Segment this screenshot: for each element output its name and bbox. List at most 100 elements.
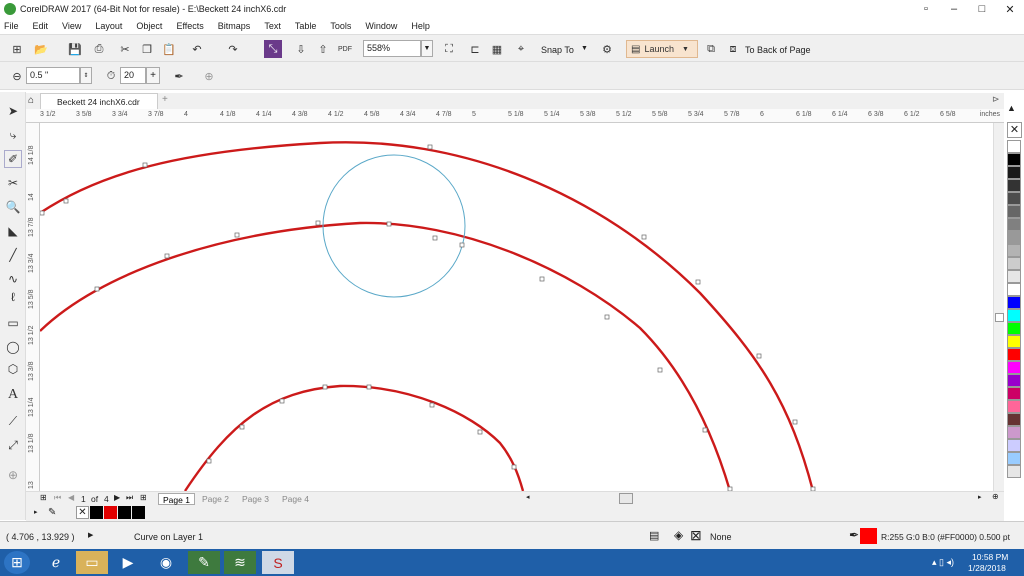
menu-tools[interactable]: Tools: [330, 21, 351, 31]
snap-to-label[interactable]: Snap To: [541, 45, 574, 55]
menu-table[interactable]: Table: [295, 21, 317, 31]
full-screen-icon[interactable]: ⛶: [440, 40, 458, 58]
to-back-icon[interactable]: ⧈: [724, 40, 742, 58]
file-explorer-icon[interactable]: ▭: [76, 551, 108, 574]
prev-page-icon[interactable]: ◀: [68, 493, 74, 502]
dimension-tool-icon[interactable]: ⟋: [4, 412, 22, 430]
options-gear-icon[interactable]: ⚙: [598, 40, 616, 58]
text-tool-icon[interactable]: A: [4, 386, 22, 404]
open-folder-icon[interactable]: 📂: [32, 40, 50, 58]
fill-bucket-icon[interactable]: ◈: [674, 528, 683, 542]
launch-button[interactable]: ▤ Launch ▼: [626, 40, 698, 58]
smart-fill-icon[interactable]: ◣: [4, 222, 22, 240]
palette-swatch[interactable]: [1007, 192, 1021, 205]
pen-nib-icon[interactable]: ✒: [170, 67, 188, 85]
menu-text[interactable]: Text: [264, 21, 281, 31]
show-guidelines-icon[interactable]: ⌖: [512, 40, 530, 58]
home-icon[interactable]: ⌂: [28, 95, 34, 106]
drawing-canvas[interactable]: [40, 123, 1004, 491]
last-page-icon[interactable]: ⏭: [126, 493, 133, 503]
palette-swatch[interactable]: [1007, 452, 1021, 465]
docpal-swatch-black-1[interactable]: [90, 506, 103, 519]
print-icon[interactable]: ⎙: [90, 40, 108, 58]
search-content-icon[interactable]: ⤡: [264, 40, 282, 58]
menu-window[interactable]: Window: [365, 21, 397, 31]
add-tool-icon[interactable]: ⊕: [4, 466, 22, 484]
menu-effects[interactable]: Effects: [176, 21, 203, 31]
add-preset-icon[interactable]: ⊕: [200, 67, 218, 85]
angle-field[interactable]: 20: [120, 67, 146, 84]
cut-icon[interactable]: ✂: [116, 40, 134, 58]
export-icon[interactable]: ⇧: [314, 40, 332, 58]
add-page-icon[interactable]: ⊞: [40, 493, 47, 502]
app-s-icon[interactable]: S: [262, 551, 294, 574]
rectangle-tool-icon[interactable]: ▭: [4, 314, 22, 332]
bezier-tool-icon[interactable]: ℓ: [4, 288, 22, 306]
palette-swatch[interactable]: [1007, 296, 1021, 309]
save-icon[interactable]: 💾: [66, 40, 84, 58]
palette-swatch[interactable]: [1007, 179, 1021, 192]
export-pdf-icon[interactable]: PDF: [336, 40, 354, 58]
scroll-right-icon[interactable]: ▸: [978, 493, 982, 501]
paste-icon[interactable]: 📋: [160, 40, 178, 58]
middle-arc-curve[interactable]: [40, 221, 732, 491]
zoom-level-field[interactable]: 558%: [363, 40, 421, 57]
add-page-end-icon[interactable]: ⊞: [140, 493, 147, 502]
zoom-navigator-icon[interactable]: ⊕: [992, 492, 999, 501]
menu-object[interactable]: Object: [136, 21, 162, 31]
status-expand-icon[interactable]: ▶: [88, 531, 93, 539]
page-tab-4[interactable]: Page 4: [278, 493, 313, 505]
restore-icon[interactable]: ▫: [912, 0, 940, 18]
minimize-button[interactable]: –: [940, 0, 968, 18]
copy-icon[interactable]: ❐: [138, 40, 156, 58]
docpal-swatch-red[interactable]: [104, 506, 117, 519]
palette-swatch[interactable]: [1007, 387, 1021, 400]
eyedropper-icon[interactable]: ✎: [48, 507, 56, 518]
color-proof-icon[interactable]: ▤: [649, 529, 659, 542]
new-tab-plus-icon[interactable]: +: [162, 94, 168, 105]
coreldraw-taskbar-icon[interactable]: ✎: [188, 551, 220, 574]
start-button-icon[interactable]: ⊞: [4, 551, 30, 574]
outer-arc-curve[interactable]: [40, 141, 815, 491]
close-button[interactable]: ✕: [996, 0, 1024, 18]
palette-swatch[interactable]: [1007, 283, 1021, 296]
menu-view[interactable]: View: [62, 21, 81, 31]
crop-tool-icon[interactable]: ✂: [4, 174, 22, 192]
palette-swatch[interactable]: [1007, 257, 1021, 270]
to-front-icon[interactable]: ⧉: [702, 40, 720, 58]
menu-edit[interactable]: Edit: [33, 21, 49, 31]
ellipse-tool-icon[interactable]: ◯: [4, 338, 22, 356]
connector-tool-icon[interactable]: ⤢: [4, 436, 22, 454]
undo-icon[interactable]: ↶: [188, 40, 206, 58]
outline-pen-icon[interactable]: ✒: [849, 528, 859, 542]
page-tab-1[interactable]: Page 1: [158, 493, 195, 505]
page-tab-3[interactable]: Page 3: [238, 493, 273, 505]
menu-bitmaps[interactable]: Bitmaps: [218, 21, 251, 31]
media-player-icon[interactable]: ▶: [112, 551, 144, 574]
palette-swatch[interactable]: [1007, 270, 1021, 283]
palette-swatch[interactable]: [1007, 439, 1021, 452]
palette-swatch[interactable]: [1007, 465, 1021, 478]
new-document-icon[interactable]: ⊞: [8, 40, 26, 58]
polygon-tool-icon[interactable]: ⬡: [4, 360, 22, 378]
palette-swatch[interactable]: [1007, 374, 1021, 387]
menu-file[interactable]: File: [4, 21, 19, 31]
show-grid-icon[interactable]: ▦: [488, 40, 506, 58]
maximize-button[interactable]: □: [968, 0, 996, 18]
palette-swatch[interactable]: [1007, 413, 1021, 426]
docpal-menu-icon[interactable]: ▸: [34, 508, 38, 516]
artistic-media-icon[interactable]: ∿: [4, 270, 22, 288]
freehand-tool-icon[interactable]: ✐: [4, 150, 22, 168]
scroll-left-icon[interactable]: ◂: [526, 493, 530, 501]
outline-width-spinner-icon[interactable]: ⇕: [80, 67, 92, 84]
line-tool-icon[interactable]: ╱: [4, 246, 22, 264]
pick-tool-icon[interactable]: ➤: [4, 102, 22, 120]
docpal-none-swatch[interactable]: ✕: [76, 506, 89, 519]
document-tab[interactable]: Beckett 24 inchX6.cdr: [40, 93, 158, 109]
palette-swatch[interactable]: [1007, 140, 1021, 153]
corel-suite-icon[interactable]: ≋: [224, 551, 256, 574]
palette-swatch[interactable]: [1007, 309, 1021, 322]
tray-icons[interactable]: ▴ ▯ ◂): [932, 557, 954, 568]
palette-swatch[interactable]: [1007, 218, 1021, 231]
internet-explorer-icon[interactable]: ℯ: [40, 551, 72, 574]
